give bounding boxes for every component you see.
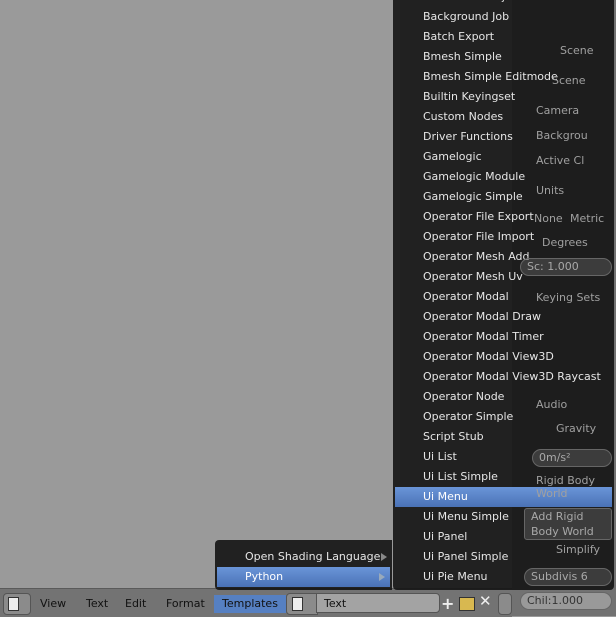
keying-sets-header[interactable]: Keying Sets xyxy=(536,291,614,304)
menu-item-operator-modal-draw[interactable]: Operator Modal Draw xyxy=(393,307,614,327)
audio-header[interactable]: Audio xyxy=(536,398,614,411)
menu-text[interactable]: Text xyxy=(80,595,114,613)
menu-item-python[interactable]: Python xyxy=(217,567,390,587)
menu-item-operator-modal-view3d[interactable]: Operator Modal View3D xyxy=(393,347,614,367)
gravity-header[interactable]: Gravity xyxy=(556,422,614,435)
active-clip-label: Active Cl xyxy=(536,154,585,167)
text-editor-header: View Text Edit Format Templates Text + ✕ xyxy=(0,588,512,617)
scene-panel-header[interactable]: Scene xyxy=(552,74,614,87)
menu-view[interactable]: View xyxy=(34,595,72,613)
gravity-x-field[interactable]: 0m/s² xyxy=(532,449,612,467)
menu-item-background-job[interactable]: Background Job xyxy=(393,7,614,27)
add-rigid-body-world-button[interactable]: Add Rigid Body World xyxy=(524,508,612,540)
new-text-icon[interactable]: + xyxy=(441,594,454,613)
units-none-button[interactable]: None xyxy=(534,212,566,225)
menu-item-label: Python xyxy=(245,570,284,583)
rigid-body-world-header[interactable]: Rigid Body World xyxy=(536,474,614,500)
scene-tab-label: Scene xyxy=(560,44,594,57)
units-panel-header[interactable]: Units xyxy=(536,184,614,197)
text-datablock-icon xyxy=(292,597,303,611)
menu-templates[interactable]: Templates xyxy=(214,595,286,613)
background-label: Backgrou xyxy=(536,129,588,142)
submenu-arrow-icon xyxy=(381,553,387,561)
open-text-icon[interactable] xyxy=(459,597,475,611)
templates-submenu: Open Shading Language Python xyxy=(215,540,392,590)
degrees-button[interactable]: Degrees xyxy=(542,236,614,249)
text-browse-button[interactable] xyxy=(286,593,318,615)
subdivision-field[interactable]: Subdivis 6 xyxy=(524,568,612,586)
submenu-arrow-icon xyxy=(379,573,385,581)
menu-edit[interactable]: Edit xyxy=(119,595,152,613)
camera-label: Camera xyxy=(536,104,580,117)
text-name-field[interactable]: Text xyxy=(316,593,440,613)
scale-field[interactable]: Sc: 1.000 xyxy=(520,258,612,276)
menu-item-open-shading-language[interactable]: Open Shading Language xyxy=(215,547,392,567)
menu-format[interactable]: Format xyxy=(160,595,211,613)
line-numbers-toggle[interactable] xyxy=(498,593,512,615)
menu-item-label: Open Shading Language xyxy=(245,550,381,563)
child-particles-field[interactable]: Chil:1.000 xyxy=(520,592,612,610)
text-editor-icon xyxy=(8,597,19,611)
units-metric-button[interactable]: Metric xyxy=(570,212,614,225)
menu-item-addon-add-object[interactable]: Addon Add Object xyxy=(393,0,614,7)
unlink-text-icon[interactable]: ✕ xyxy=(479,592,492,610)
editor-type-button[interactable] xyxy=(3,593,31,615)
simplify-header[interactable]: Simplify xyxy=(556,543,614,556)
menu-item-operator-modal-view3d-raycast[interactable]: Operator Modal View3D Raycast xyxy=(393,367,614,387)
menu-item-operator-modal-timer[interactable]: Operator Modal Timer xyxy=(393,327,614,347)
